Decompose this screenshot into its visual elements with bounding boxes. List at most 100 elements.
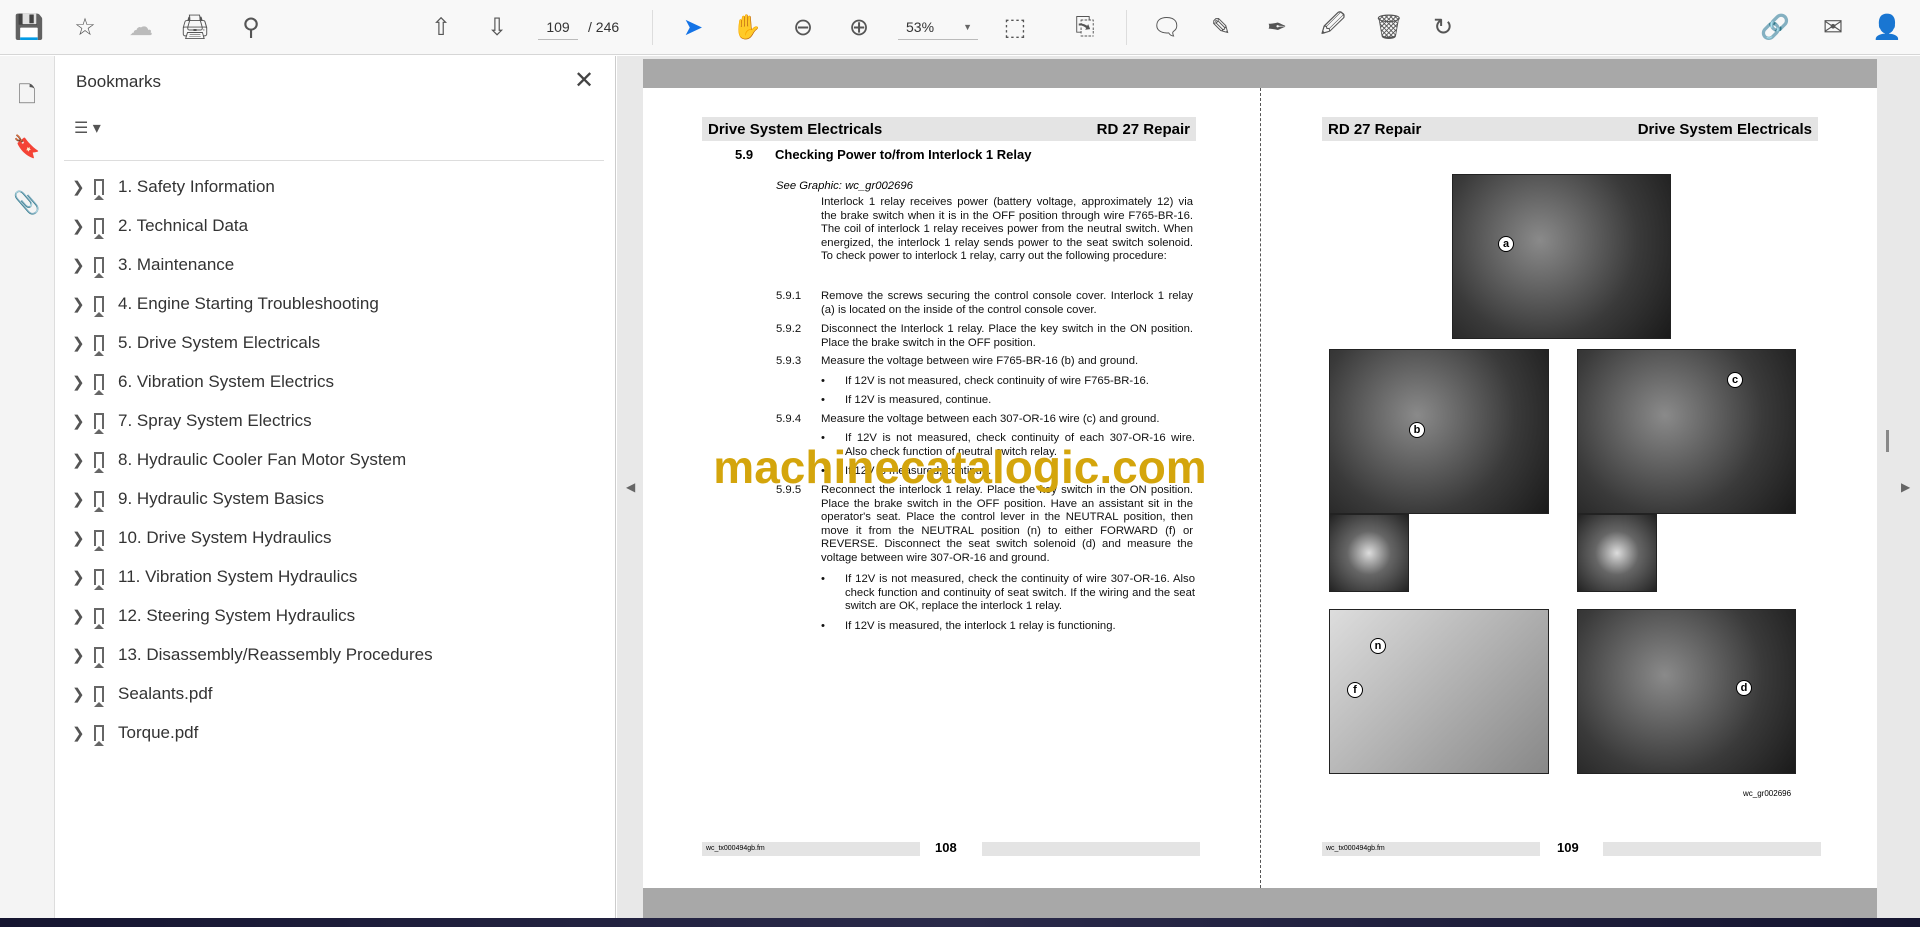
connector-photo-b — [1329, 349, 1549, 514]
bookmark-icon — [94, 491, 104, 512]
highlight-pen-icon[interactable]: ✎ — [1206, 12, 1236, 42]
divider — [64, 160, 604, 161]
chevron-right-icon[interactable]: ❯ — [72, 412, 94, 430]
chevron-right-icon[interactable]: ❯ — [72, 295, 94, 313]
chevron-right-icon[interactable]: ❯ — [72, 724, 94, 742]
bookmark-item[interactable]: ❯ 12. Steering System Hydraulics — [72, 600, 602, 632]
edit-pdf-icon[interactable]: 🖉 — [1318, 11, 1348, 42]
bookmark-item[interactable]: ❯ 5. Drive System Electricals — [72, 327, 602, 359]
bookmark-item[interactable]: ❯ Sealants.pdf — [72, 678, 602, 710]
key-switch-inset — [1329, 514, 1409, 592]
comment-icon[interactable]: 🗨 — [1152, 12, 1182, 42]
page-gap — [643, 888, 1877, 918]
bookmarks-icon[interactable]: 🔖 — [12, 134, 42, 164]
bookmark-label: 8. Hydraulic Cooler Fan Motor System — [118, 450, 407, 469]
delete-icon[interactable]: 🗑 — [1374, 12, 1404, 42]
bookmark-label: 7. Spray System Electrics — [118, 411, 312, 430]
bookmark-item[interactable]: ❯ 4. Engine Starting Troubleshooting — [72, 288, 602, 320]
zoom-in-icon[interactable]: ⊕ — [844, 12, 874, 42]
divider — [652, 10, 653, 45]
next-page-icon[interactable]: ⇩ — [482, 12, 512, 42]
pages-icon[interactable]: 🗋 — [12, 78, 42, 108]
bookmark-icon — [94, 725, 104, 746]
share-link-icon[interactable]: 🔗 — [1760, 12, 1790, 42]
callout: d — [1736, 680, 1752, 696]
chevron-right-icon[interactable]: ❯ — [72, 529, 94, 547]
zoom-out-icon[interactable]: ⊖ — [788, 12, 818, 42]
attachment-icon[interactable]: 📎 — [12, 190, 42, 220]
header-left: Drive System Electricals — [708, 120, 883, 138]
bookmark-icon — [94, 179, 104, 200]
page-number-input[interactable]: 109 — [538, 14, 578, 40]
relay-photo — [1452, 174, 1671, 339]
bookmark-item[interactable]: ❯ Torque.pdf — [72, 717, 602, 749]
sign-icon[interactable]: ✒ — [1262, 12, 1292, 42]
intro-paragraph: Interlock 1 relay receives power (batter… — [821, 196, 1193, 263]
select-cursor-icon[interactable]: ➤ — [678, 12, 708, 42]
fit-page-icon[interactable]: ⬚ — [1000, 12, 1030, 42]
bullet: • — [821, 375, 825, 387]
chevron-right-icon[interactable]: ❯ — [72, 178, 94, 196]
close-icon[interactable]: ✕ — [574, 66, 594, 95]
zoom-select[interactable]: 53% ▼ — [898, 14, 978, 40]
bookmark-icon — [94, 608, 104, 629]
chevron-right-icon[interactable]: ❯ — [72, 217, 94, 235]
chevron-right-icon[interactable]: ❯ — [72, 646, 94, 664]
bookmark-label: 12. Steering System Hydraulics — [118, 606, 356, 625]
collapse-right-icon[interactable]: ▶ — [1901, 480, 1910, 494]
bookmark-item[interactable]: ❯ 10. Drive System Hydraulics — [72, 522, 602, 554]
bookmark-item[interactable]: ❯ 13. Disassembly/Reassembly Procedures — [72, 639, 602, 671]
bookmark-item[interactable]: ❯ 6. Vibration System Electrics — [72, 366, 602, 398]
cloud-upload-icon[interactable]: ☁ — [126, 12, 156, 42]
bookmark-item[interactable]: ❯ 9. Hydraulic System Basics — [72, 483, 602, 515]
chevron-right-icon[interactable]: ❯ — [72, 490, 94, 508]
bookmark-options-button[interactable]: ☰ ▾ — [74, 118, 101, 138]
rotate-icon[interactable]: ↻ — [1428, 12, 1458, 42]
bookmark-item[interactable]: ❯ 2. Technical Data — [72, 210, 602, 242]
bookmark-label: 6. Vibration System Electrics — [118, 372, 335, 391]
toolbar: 💾 ☆ ☁ 🖨 ⚲ ⇧ ⇩ 109 / 246 ➤ ✋ ⊖ ⊕ 53% ▼ ⬚ ⎘… — [0, 0, 1920, 55]
step-number: 5.9.3 — [776, 355, 802, 367]
email-icon[interactable]: ✉ — [1818, 12, 1848, 42]
step-number: 5.9.2 — [776, 323, 802, 335]
zoom-value: 53% — [906, 19, 935, 35]
scrollbar-thumb[interactable] — [1886, 430, 1889, 452]
previous-page-icon[interactable]: ⇧ — [426, 12, 456, 42]
print-icon[interactable]: 🖨 — [180, 12, 210, 42]
account-icon[interactable]: 👤 — [1872, 12, 1902, 42]
graphic-id: wc_gr002696 — [1743, 789, 1792, 798]
bookmark-item[interactable]: ❯ 7. Spray System Electrics — [72, 405, 602, 437]
chevron-right-icon[interactable]: ❯ — [72, 256, 94, 274]
save-icon[interactable]: 💾 — [14, 12, 44, 42]
bookmark-item[interactable]: ❯ 11. Vibration System Hydraulics — [72, 561, 602, 593]
hand-tool-icon[interactable]: ✋ — [732, 12, 762, 42]
bullet-text: If 12V is measured, the interlock 1 rela… — [845, 620, 1116, 632]
chevron-right-icon[interactable]: ❯ — [72, 451, 94, 469]
step-text: Remove the screws securing the control c… — [821, 290, 1193, 316]
bullet: • — [821, 573, 825, 585]
left-page-header: Drive System Electricals RD 27 Repair — [702, 117, 1196, 141]
chevron-right-icon[interactable]: ❯ — [72, 568, 94, 586]
bookmark-item[interactable]: ❯ 8. Hydraulic Cooler Fan Motor System — [72, 444, 602, 476]
step-text: Measure the voltage between each 307-OR-… — [821, 413, 1160, 425]
collapse-left-icon[interactable]: ◀ — [626, 480, 635, 494]
chevron-right-icon[interactable]: ❯ — [72, 373, 94, 391]
header-right: Drive System Electricals — [1637, 120, 1812, 138]
bookmark-item[interactable]: ❯ 1. Safety Information — [72, 171, 602, 203]
key-switch-inset — [1577, 514, 1657, 592]
chevron-right-icon[interactable]: ❯ — [72, 685, 94, 703]
bookmark-label: Torque.pdf — [118, 723, 199, 742]
bookmark-icon — [94, 335, 104, 356]
bookmark-label: 9. Hydraulic System Basics — [118, 489, 324, 508]
bookmark-icon — [94, 218, 104, 239]
chevron-right-icon[interactable]: ❯ — [72, 607, 94, 625]
page-divider — [1260, 88, 1261, 888]
bookmark-item[interactable]: ❯ 3. Maintenance — [72, 249, 602, 281]
page-number: 108 — [935, 840, 957, 855]
search-icon[interactable]: ⚲ — [236, 12, 266, 42]
seat-solenoid-photo — [1577, 609, 1796, 774]
scroll-mode-icon[interactable]: ⎘ — [1070, 12, 1100, 42]
bookmark-star-icon[interactable]: ☆ — [70, 12, 100, 42]
bookmark-icon — [94, 530, 104, 551]
chevron-right-icon[interactable]: ❯ — [72, 334, 94, 352]
